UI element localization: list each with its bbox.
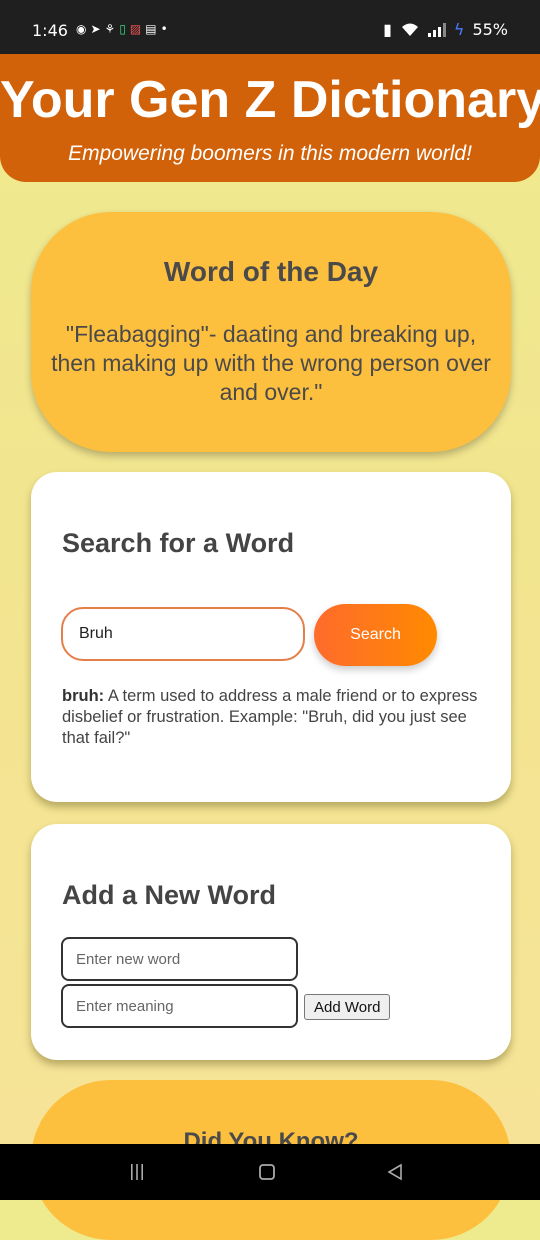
- add-word-card: Add a New Word Add Word: [31, 824, 511, 1060]
- telegram-icon: ➤: [90, 22, 105, 36]
- add-word-heading: Add a New Word: [62, 880, 277, 910]
- result-term: bruh:: [62, 687, 105, 705]
- book-icon: ▤: [145, 22, 161, 36]
- vibrate-icon: ▮: [383, 20, 392, 39]
- charging-icon: ϟ: [453, 20, 465, 39]
- navigation-bar: [0, 1144, 540, 1200]
- app-title: Your Gen Z Dictionary: [0, 71, 540, 129]
- app-subtitle: Empowering boomers in this modern world!: [68, 142, 472, 165]
- search-result: bruh: A term used to address a male frie…: [62, 686, 481, 749]
- back-button[interactable]: [375, 1158, 415, 1186]
- word-of-the-day-text: "Fleabagging"- daating and breaking up, …: [51, 321, 491, 405]
- status-right: ▮ ϟ 55%: [383, 20, 508, 39]
- status-bar: 1:46 ◉➤⚘▯▨▤• ▮ ϟ 55%: [0, 0, 540, 54]
- new-word-input[interactable]: [61, 937, 298, 981]
- battery-saver-icon: ▯: [119, 22, 130, 36]
- result-definition: A term used to address a male friend or …: [62, 687, 478, 747]
- search-input[interactable]: [61, 607, 305, 661]
- back-icon: [387, 1163, 402, 1181]
- wifi-icon: [401, 23, 418, 36]
- meaning-input[interactable]: [61, 984, 298, 1028]
- news-icon: ▨: [129, 22, 146, 36]
- battery-level: 55%: [472, 20, 508, 39]
- search-button[interactable]: Search: [314, 604, 437, 666]
- search-heading: Search for a Word: [62, 528, 295, 558]
- recent-apps-button[interactable]: [117, 1158, 157, 1186]
- word-of-the-day-card: Word of the Day "Fleabagging"- daating a…: [31, 212, 511, 452]
- dot-icon: •: [160, 22, 172, 36]
- word-of-the-day-heading: Word of the Day: [163, 256, 379, 287]
- messenger-icon: ◉: [76, 22, 91, 36]
- recents-icon: [131, 1164, 143, 1180]
- search-card: Search for a Word Search bruh: A term us…: [31, 472, 511, 802]
- app-header: Your Gen Z Dictionary Empowering boomers…: [0, 54, 540, 182]
- notification-icons: ◉➤⚘▯▨▤•: [76, 22, 172, 36]
- home-icon: [259, 1164, 275, 1180]
- status-time: 1:46: [32, 21, 68, 40]
- signal-icon: [427, 22, 446, 37]
- add-word-button[interactable]: Add Word: [304, 994, 391, 1020]
- home-button[interactable]: [247, 1158, 287, 1186]
- app-icon: ⚘: [104, 22, 120, 36]
